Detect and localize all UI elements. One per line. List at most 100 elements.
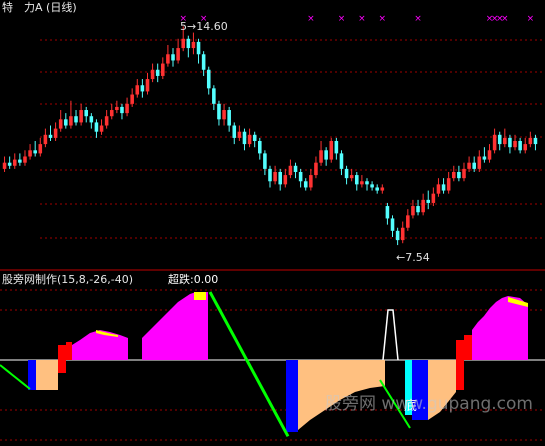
indicator-peak — [194, 292, 206, 300]
candle-body — [84, 110, 89, 117]
candle-body — [48, 134, 53, 138]
candle-body — [380, 187, 385, 191]
candle-body — [79, 110, 83, 123]
candle-body — [303, 181, 308, 188]
indicator-hump — [72, 330, 128, 360]
indicator-blue-bar — [28, 360, 36, 390]
candle-body — [400, 227, 405, 241]
candle-body — [166, 54, 170, 64]
indicator-red-bar — [58, 345, 66, 373]
candle-body — [431, 193, 436, 203]
candle-body — [69, 116, 73, 126]
candle-body — [385, 206, 390, 219]
candle-body — [298, 171, 303, 182]
candle-body — [196, 41, 201, 55]
candle-body — [528, 137, 533, 145]
candle-body — [472, 162, 476, 169]
candle-body — [28, 150, 32, 157]
signal-marker: × — [307, 14, 315, 24]
candle-body — [416, 206, 420, 213]
candle-body — [293, 165, 298, 172]
candle-body — [411, 206, 415, 216]
candle-body — [109, 110, 114, 117]
candle-body — [7, 162, 12, 166]
candle-body — [523, 144, 528, 151]
candle-body — [273, 171, 277, 182]
candle-body — [309, 175, 313, 188]
signal-markers: × × × × × × × ×××× × — [179, 14, 534, 24]
indicator-hump — [472, 296, 528, 360]
indicator-red-bar — [456, 340, 464, 390]
indicator-spike — [382, 309, 399, 361]
candle-body — [329, 141, 334, 160]
bottom-panel-title: 股旁网制作(15,8,-26,-40) — [2, 273, 134, 286]
candle-body — [421, 199, 425, 213]
candle-body — [23, 156, 27, 163]
candle-body — [370, 184, 374, 188]
candle-body — [314, 162, 318, 176]
candle-body — [487, 150, 492, 160]
candle-body — [237, 131, 242, 138]
candle-body — [74, 116, 78, 123]
candle-body — [104, 116, 109, 126]
candle-body — [191, 41, 196, 49]
candle-body — [446, 178, 451, 191]
candle-body — [365, 181, 369, 185]
candle-body — [130, 94, 134, 104]
candle-body — [319, 150, 323, 163]
top-panel-title: 特 力A (日线) — [2, 1, 77, 14]
candle-body — [140, 85, 145, 92]
candle-body — [492, 134, 497, 151]
watermark: 股旁网 www.gupang.com — [324, 394, 533, 414]
candle-body — [115, 106, 119, 111]
candle-body — [283, 175, 288, 185]
candle-body — [354, 175, 359, 185]
signal-marker: × — [501, 14, 509, 24]
candle-body — [89, 116, 94, 123]
candle-body — [161, 63, 165, 76]
candle-body — [334, 141, 339, 154]
indicator-peach-area — [36, 360, 58, 390]
candle-body — [324, 150, 328, 160]
candle-body — [94, 122, 99, 132]
candle-body — [360, 181, 364, 185]
candle-body — [176, 48, 180, 61]
candle-body — [288, 165, 293, 176]
signal-marker: × — [338, 14, 346, 24]
high-price-label: 5→14.60 — [180, 20, 228, 33]
signal-marker: × — [379, 14, 387, 24]
candle-body — [395, 230, 400, 241]
chart-canvas: × × × × × × × ×××× × — [0, 14, 545, 441]
candle-body — [64, 119, 68, 126]
candle-body — [99, 125, 104, 132]
candle-body — [232, 125, 237, 138]
candle-body — [171, 54, 175, 61]
candle-body — [436, 184, 441, 194]
candle-body — [258, 141, 262, 154]
candle-body — [242, 131, 247, 145]
indicator-blue-bar — [286, 360, 298, 432]
candle-body — [263, 153, 267, 169]
candle-body — [467, 162, 471, 169]
candle-body — [150, 69, 155, 80]
candle-body — [533, 137, 538, 145]
indicator-green-line — [208, 291, 290, 438]
candle-body — [278, 171, 282, 185]
candle-body — [441, 184, 446, 191]
signal-marker: × — [414, 14, 422, 24]
candle-body — [349, 175, 354, 179]
candle-body — [2, 162, 7, 169]
candle-body — [186, 38, 191, 49]
candle-body — [503, 137, 507, 145]
candle-body — [145, 79, 150, 92]
signal-marker: × — [527, 14, 535, 24]
candle-body — [53, 128, 58, 138]
candle-body — [33, 150, 37, 154]
indicator-red-bar — [66, 342, 72, 360]
candle-body — [477, 156, 482, 169]
candle-body — [426, 199, 431, 203]
indicator-series — [0, 291, 545, 438]
candle-body — [135, 85, 140, 95]
candle-body — [339, 153, 344, 169]
candle-body — [212, 88, 216, 104]
